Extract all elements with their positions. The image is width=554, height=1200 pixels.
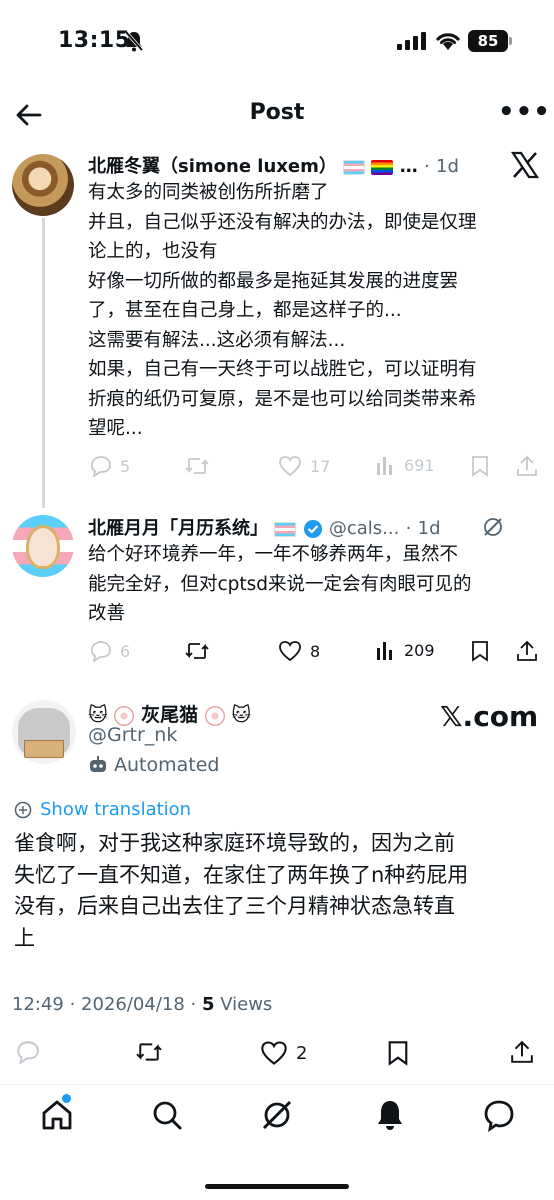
- main-post-actions: 2: [14, 1040, 540, 1068]
- reply-button[interactable]: 5: [88, 455, 130, 477]
- page-title: Post: [249, 100, 305, 125]
- views-count: 5: [201, 994, 215, 1015]
- share-button[interactable]: [516, 640, 538, 662]
- notifications-icon[interactable]: [373, 1098, 407, 1132]
- tweet-2-actions: 6 8 209: [88, 640, 538, 668]
- trans-flag-icon: [274, 521, 297, 537]
- time-ago: 1d: [417, 518, 441, 539]
- like-button[interactable]: 17: [278, 455, 330, 477]
- grok-icon[interactable]: [482, 516, 504, 538]
- share-icon: [517, 455, 537, 476]
- reply-button[interactable]: [14, 1040, 40, 1064]
- reply-button[interactable]: 6: [88, 640, 130, 662]
- share-icon: [517, 640, 537, 661]
- handle[interactable]: @Grtr_nk: [88, 724, 177, 746]
- nav-divider: [0, 1084, 554, 1085]
- repost-button[interactable]: [184, 455, 210, 477]
- bookmark-button[interactable]: [470, 640, 490, 662]
- tweet-2-text: 给个好环境养一年，一年不够养两年，虽然不 能完全好，但对cptsd来说一定会有肉…: [88, 544, 472, 624]
- display-name: 北雁冬翼（simone luxem）: [88, 156, 337, 177]
- wifi-icon: [436, 33, 460, 50]
- status-time: 13:15: [58, 28, 131, 53]
- heart-icon: [279, 456, 301, 477]
- like-button[interactable]: 8: [278, 640, 320, 662]
- ramen-emoji-icon: [204, 705, 225, 726]
- heart-icon: [279, 641, 301, 662]
- bookmark-icon: [472, 641, 488, 662]
- share-button[interactable]: [510, 1040, 534, 1064]
- reply-icon: [91, 641, 111, 662]
- home-icon[interactable]: [40, 1098, 74, 1132]
- bookmark-button[interactable]: [386, 1040, 410, 1066]
- views-icon: [377, 642, 392, 660]
- views-button[interactable]: 209: [376, 640, 435, 660]
- bookmark-icon: [472, 456, 488, 477]
- avatar[interactable]: [12, 700, 76, 764]
- repost-icon: [136, 1043, 162, 1061]
- globe-icon: [14, 801, 32, 818]
- post-timestamp: 12:49 · 2026/04/18 · 5 Views: [12, 994, 273, 1015]
- avatar[interactable]: [12, 515, 74, 577]
- handle: @cals...: [328, 518, 400, 539]
- name-ellipsis: …: [399, 156, 418, 177]
- messages-icon[interactable]: [482, 1098, 516, 1132]
- search-icon[interactable]: [150, 1098, 184, 1132]
- display-name: 灰尾猫: [141, 704, 199, 726]
- xcom-label: 𝕏.com: [440, 700, 539, 733]
- trans-flag-icon: [343, 159, 366, 175]
- bell-off-icon: [124, 30, 144, 52]
- rainbow-flag-icon: [371, 159, 394, 175]
- repost-icon: [185, 643, 209, 659]
- share-icon: [511, 1040, 533, 1063]
- verified-badge-icon: [303, 520, 322, 538]
- reply-icon: [91, 456, 111, 477]
- thread-connector: [42, 218, 45, 508]
- avatar[interactable]: [12, 154, 74, 216]
- show-translation-link[interactable]: Show translation: [14, 799, 191, 820]
- grok-icon[interactable]: [260, 1098, 294, 1132]
- tweet-2-author[interactable]: 北雁月月「月历系统」 @cals... · 1d: [88, 514, 441, 540]
- signal-icon: [397, 32, 426, 50]
- robot-icon: [90, 756, 106, 772]
- bookmark-button[interactable]: [470, 455, 490, 477]
- display-name: 北雁月月「月历系统」: [88, 518, 268, 539]
- ramen-emoji-icon: [114, 705, 135, 726]
- reply-icon: [17, 1041, 39, 1064]
- repost-button[interactable]: [134, 1040, 164, 1064]
- repost-icon: [185, 458, 209, 474]
- notification-dot: [62, 1094, 71, 1103]
- time-ago: 1d: [436, 156, 459, 177]
- x-logo-icon: [510, 151, 540, 179]
- heart-icon: [261, 1041, 287, 1065]
- home-indicator: [205, 1184, 349, 1189]
- views-button[interactable]: 691: [376, 455, 435, 475]
- tweet-1-author[interactable]: 北雁冬翼（simone luxem） … · 1d: [88, 152, 459, 178]
- automated-badge[interactable]: Automated: [88, 754, 219, 776]
- tweet-1-actions: 5 17 691: [88, 455, 538, 483]
- main-post-text: 雀食啊，对于我这种家庭环境导致的，因为之前 失忆了一直不知道，在家住了两年换了n…: [14, 831, 469, 950]
- share-button[interactable]: [516, 455, 538, 477]
- battery-tip: [509, 37, 512, 45]
- battery-indicator: 85: [468, 30, 508, 52]
- cat-emoji-icon: 🐱: [231, 704, 252, 726]
- cat-emoji-icon: 🐱: [88, 704, 108, 726]
- main-author[interactable]: 🐱 灰尾猫 🐱: [88, 700, 251, 727]
- like-button[interactable]: 2: [260, 1040, 307, 1066]
- bookmark-icon: [388, 1041, 408, 1066]
- views-icon: [377, 457, 392, 475]
- tweet-1-text: 有太多的同类被创伤所折磨了 并且，自己似乎还没有解决的办法，即使是仅理 论上的，…: [88, 182, 477, 439]
- more-options-icon[interactable]: •••: [498, 99, 550, 128]
- repost-button[interactable]: [184, 640, 210, 662]
